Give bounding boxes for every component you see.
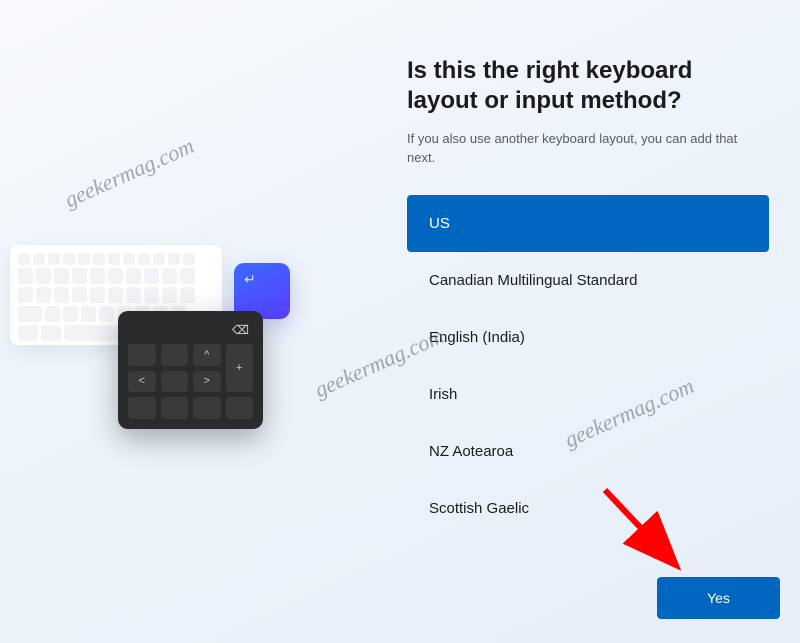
layout-option-label: US: [429, 215, 450, 232]
layout-option-label: Canadian Multilingual Standard: [429, 272, 637, 289]
layout-option-irish[interactable]: Irish: [407, 366, 769, 423]
layout-option-canadian-multilingual[interactable]: Canadian Multilingual Standard: [407, 252, 769, 309]
layout-option-us[interactable]: US: [407, 195, 769, 252]
backspace-icon: ⌫: [232, 323, 249, 337]
yes-button[interactable]: Yes: [657, 577, 780, 619]
keyboard-layout-list[interactable]: US Canadian Multilingual Standard Englis…: [407, 195, 769, 555]
layout-option-english-india[interactable]: English (India): [407, 309, 769, 366]
layout-option-label: NZ Aotearoa: [429, 443, 513, 460]
layout-option-label: English (India): [429, 329, 525, 346]
watermark: geekermag.com: [61, 133, 198, 213]
illustration-dark-numpad: ⌫ ^+ <>: [118, 311, 263, 429]
layout-option-nz-aotearoa[interactable]: NZ Aotearoa: [407, 423, 769, 480]
enter-icon: ↵: [244, 271, 256, 287]
page-title: Is this the right keyboard layout or inp…: [407, 56, 769, 116]
layout-option-scottish-gaelic[interactable]: Scottish Gaelic: [407, 480, 769, 537]
keyboard-illustration: ↵ ⌫ ^+ <>: [10, 245, 300, 445]
layout-option-label: Scottish Gaelic: [429, 500, 529, 517]
layout-option-label: Irish: [429, 386, 457, 403]
page-subtitle: If you also use another keyboard layout,…: [407, 130, 769, 168]
